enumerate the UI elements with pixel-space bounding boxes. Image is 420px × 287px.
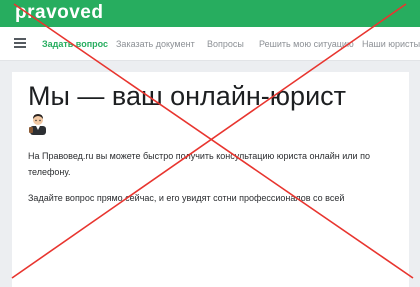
ask-now-paragraph: Задайте вопрос прямо сейчас, и его увидя… — [28, 193, 345, 203]
nav-solve-my-situation[interactable]: Решить мою ситуацию — [259, 38, 354, 50]
lawyer-emoji-icon — [29, 114, 46, 135]
nav-order-document[interactable]: Заказать документ — [116, 38, 195, 50]
intro-paragraph: На Правовед.ru вы можете быстро получить… — [28, 151, 370, 177]
hamburger-menu-icon[interactable] — [14, 38, 26, 48]
top-header-bar: pravoved — [0, 0, 420, 27]
nav-ask-question[interactable]: Задать вопрос — [42, 38, 108, 50]
nav-questions[interactable]: Вопросы — [207, 38, 244, 50]
nav-our-lawyers[interactable]: Наши юристы — [362, 38, 420, 50]
hero-title: Мы — ваш онлайн-юрист — [28, 81, 347, 111]
main-navigation: Задать вопрос Заказать документ Вопросы … — [0, 27, 420, 61]
pravoved-logo[interactable]: pravoved — [15, 0, 103, 26]
